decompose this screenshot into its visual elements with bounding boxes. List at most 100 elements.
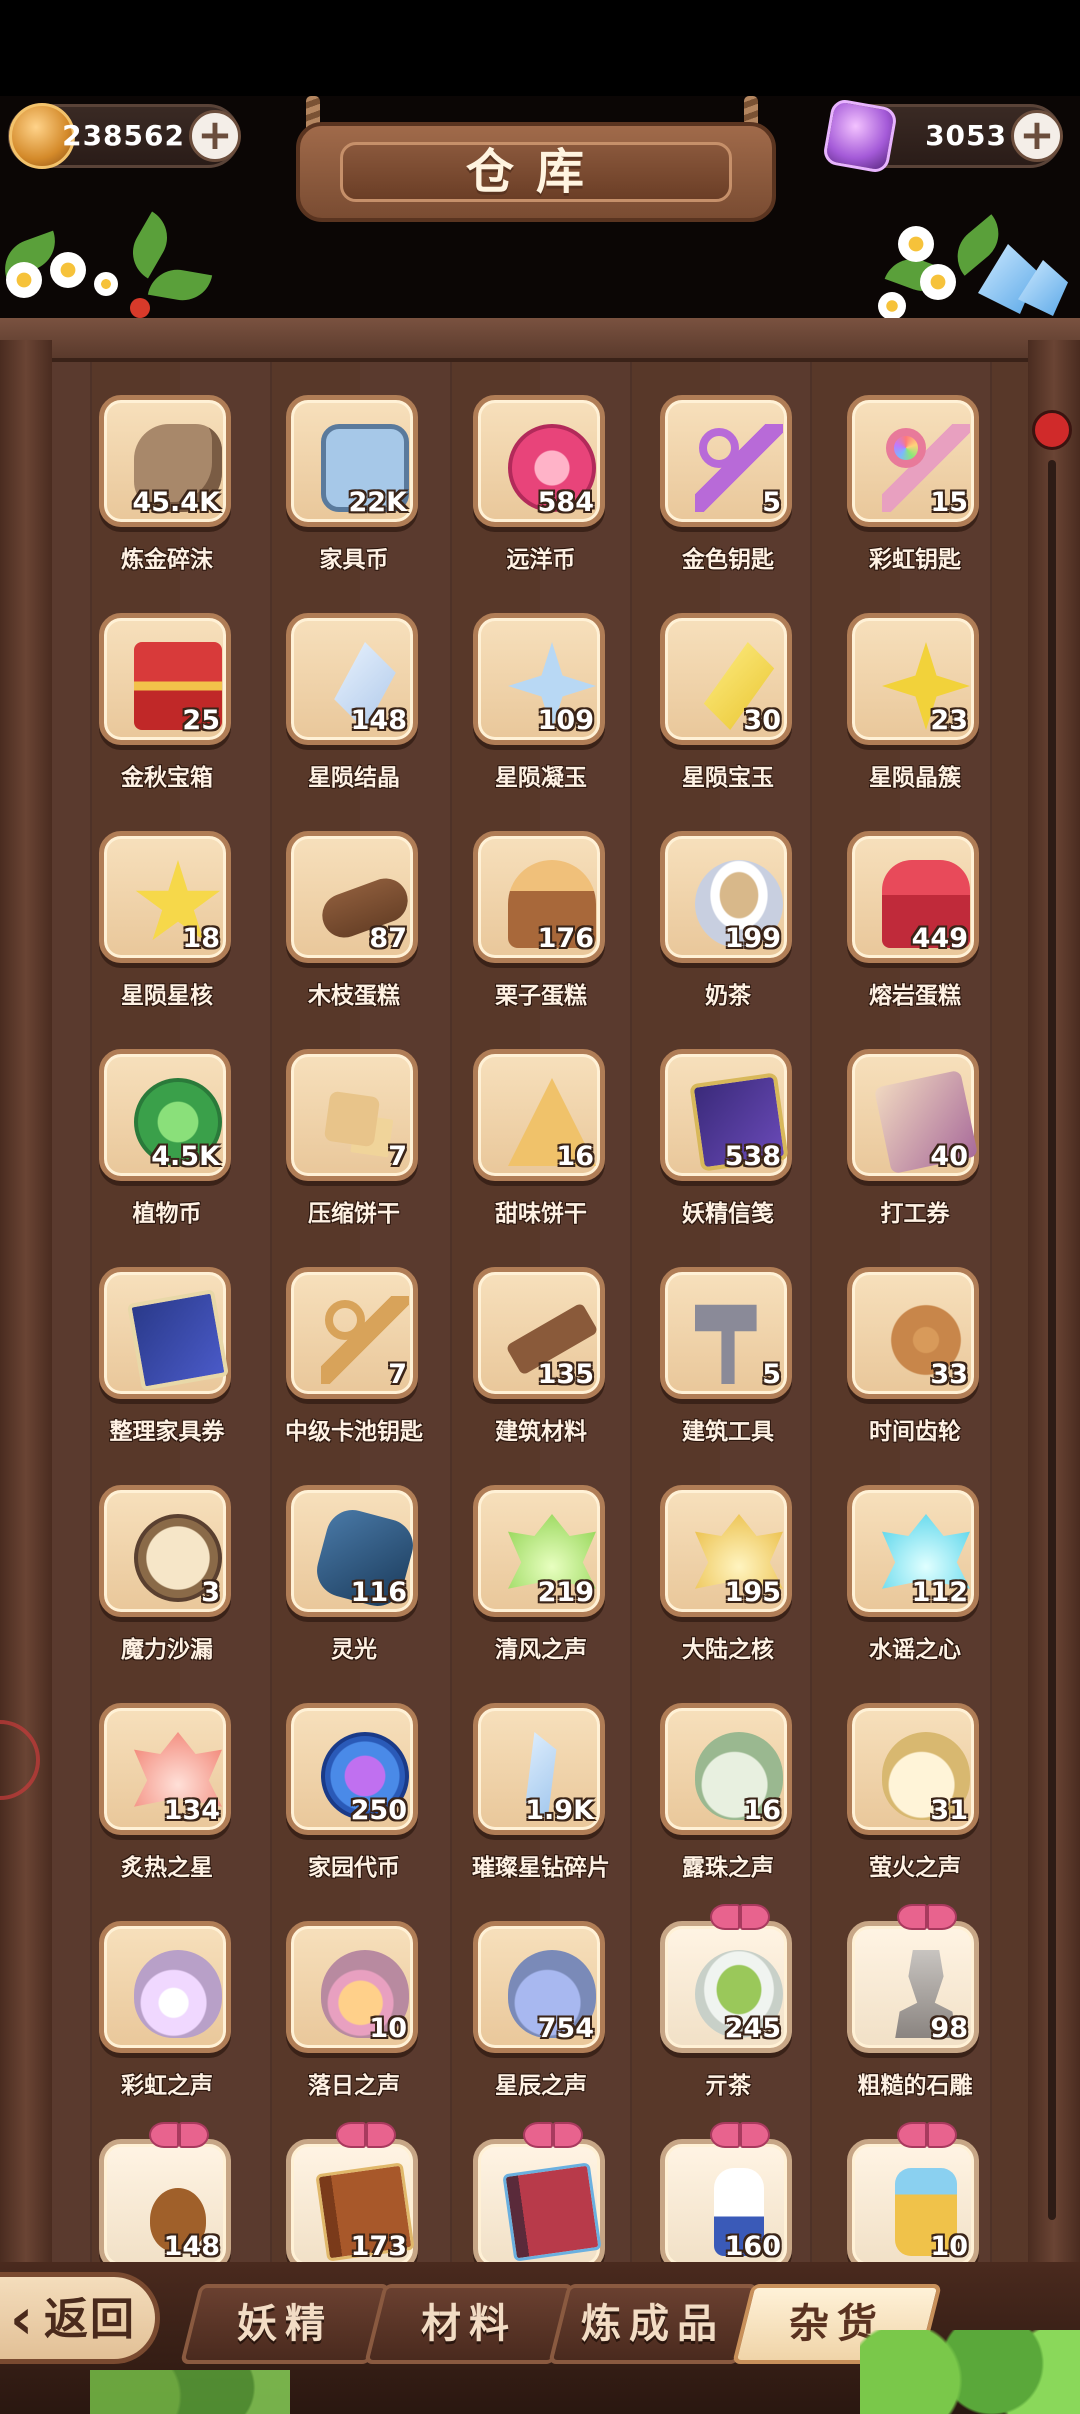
item-slot[interactable]: 23 (847, 613, 979, 745)
inventory-item[interactable]: 23 星陨晶簇 (840, 610, 990, 810)
tab-materials[interactable]: 材料 (364, 2284, 574, 2364)
item-slot[interactable]: 754 (473, 1921, 605, 2053)
inventory-item[interactable]: 10 落日之声 (279, 1918, 429, 2118)
inventory-item[interactable]: 7 压缩饼干 (279, 1046, 429, 1246)
item-slot[interactable]: 160 (660, 2122, 792, 2271)
item-slot[interactable]: 98 (847, 1904, 979, 2053)
inventory-item[interactable]: 116 灵光 (279, 1482, 429, 1682)
inventory-item[interactable]: 195 大陆之核 (653, 1482, 803, 1682)
inventory-item[interactable]: 30 星陨宝玉 (653, 610, 803, 810)
item-slot[interactable]: 148 (99, 2122, 231, 2271)
inventory-item[interactable]: 176 栗子蛋糕 (466, 828, 616, 1028)
item-slot[interactable]: 10 (847, 2122, 979, 2271)
inventory-item[interactable]: 33 时间齿轮 (840, 1264, 990, 1464)
item-slot[interactable]: 245 (660, 1904, 792, 2053)
inventory-item[interactable]: 584 远洋币 (466, 392, 616, 592)
item-count: 16 (743, 1795, 781, 1826)
inventory-item[interactable]: 5 建筑工具 (653, 1264, 803, 1464)
inventory-item[interactable]: 25 金秋宝箱 (92, 610, 242, 810)
gem-currency: 3053 + (821, 97, 1063, 175)
item-slot[interactable]: 195 (660, 1485, 792, 1617)
tab-crafted[interactable]: 炼成品 (548, 2284, 758, 2364)
inventory-item[interactable]: 449 熔岩蛋糕 (840, 828, 990, 1028)
item-slot[interactable]: 40 (847, 1049, 979, 1181)
item-slot[interactable]: 5 (660, 395, 792, 527)
flower-icon (6, 262, 42, 298)
item-count: 7 (388, 1141, 407, 1172)
inventory-item[interactable]: 整理家具券 (92, 1264, 242, 1464)
inventory-item[interactable]: 250 家园代币 (279, 1700, 429, 1900)
item-slot[interactable] (473, 2122, 605, 2271)
add-gem-button[interactable]: + (1011, 110, 1063, 162)
item-slot[interactable]: 15 (847, 395, 979, 527)
item-slot[interactable]: 176 (473, 831, 605, 963)
item-slot[interactable]: 18 (99, 831, 231, 963)
inventory-item[interactable]: 754 星辰之声 (466, 1918, 616, 2118)
inventory-item[interactable]: 1.9K 璀璨星钻碎片 (466, 1700, 616, 1900)
item-count: 4.5K (151, 1141, 220, 1172)
inventory-item[interactable]: 40 打工券 (840, 1046, 990, 1246)
item-slot[interactable]: 135 (473, 1267, 605, 1399)
inventory-item[interactable]: 彩虹之声 (92, 1918, 242, 2118)
inventory-item[interactable]: 15 彩虹钥匙 (840, 392, 990, 592)
inventory-item[interactable]: 134 炙热之星 (92, 1700, 242, 1900)
add-gold-button[interactable]: + (189, 110, 241, 162)
item-slot[interactable]: 449 (847, 831, 979, 963)
item-slot[interactable]: 10 (286, 1921, 418, 2053)
tab-label: 炼成品 (581, 2301, 725, 2347)
scrollbar[interactable] (1048, 460, 1056, 2220)
item-slot[interactable]: 31 (847, 1703, 979, 1835)
item-slot[interactable]: 1.9K (473, 1703, 605, 1835)
item-slot[interactable]: 45.4K (99, 395, 231, 527)
item-slot[interactable]: 7 (286, 1049, 418, 1181)
item-slot[interactable]: 109 (473, 613, 605, 745)
item-slot[interactable]: 87 (286, 831, 418, 963)
inventory-item[interactable]: 45.4K 炼金碎沫 (92, 392, 242, 592)
inventory-item[interactable]: 3 魔力沙漏 (92, 1482, 242, 1682)
inventory-item[interactable]: 98 粗糙的石雕 (840, 1904, 990, 2118)
inventory-item[interactable]: 5 金色钥匙 (653, 392, 803, 592)
item-slot[interactable] (99, 1921, 231, 2053)
item-slot[interactable]: 219 (473, 1485, 605, 1617)
inventory-item[interactable]: 199 奶茶 (653, 828, 803, 1028)
inventory-item[interactable]: 135 建筑材料 (466, 1264, 616, 1464)
item-slot[interactable]: 199 (660, 831, 792, 963)
item-slot[interactable]: 250 (286, 1703, 418, 1835)
item-slot[interactable]: 538 (660, 1049, 792, 1181)
inventory-item[interactable]: 538 妖精信笺 (653, 1046, 803, 1246)
item-slot[interactable]: 16 (660, 1703, 792, 1835)
item-slot[interactable]: 116 (286, 1485, 419, 1617)
item-slot[interactable]: 3 (99, 1485, 231, 1617)
item-slot[interactable]: 5 (660, 1267, 792, 1399)
inventory-item[interactable]: 109 星陨凝玉 (466, 610, 616, 810)
inventory-item[interactable]: 245 亓茶 (653, 1904, 803, 2118)
item-slot[interactable]: 584 (473, 395, 605, 527)
inventory-item[interactable]: 7 中级卡池钥匙 (279, 1264, 429, 1464)
item-slot[interactable] (99, 1267, 231, 1399)
item-slot[interactable]: 134 (99, 1703, 231, 1835)
inventory-item[interactable]: 31 萤火之声 (840, 1700, 990, 1900)
item-slot[interactable]: 25 (99, 613, 231, 745)
inventory-item[interactable]: 148 星陨结晶 (279, 610, 429, 810)
item-slot[interactable]: 148 (286, 613, 418, 745)
item-slot[interactable]: 16 (473, 1049, 605, 1181)
item-slot[interactable]: 7 (286, 1267, 418, 1399)
item-slot[interactable]: 22K (286, 395, 418, 527)
inventory-item[interactable]: 4.5K 植物币 (92, 1046, 242, 1246)
inventory-item[interactable]: 16 露珠之声 (653, 1700, 803, 1900)
item-slot[interactable]: 30 (660, 613, 792, 745)
item-slot[interactable]: 112 (847, 1485, 979, 1617)
inventory-item[interactable]: 22K 家具币 (279, 392, 429, 592)
item-slot[interactable]: 33 (847, 1267, 979, 1399)
inventory-item[interactable]: 112 水谣之心 (840, 1482, 990, 1682)
inventory-item[interactable]: 219 清风之声 (466, 1482, 616, 1682)
inventory-item[interactable]: 87 木枝蛋糕 (279, 828, 429, 1028)
inventory-item[interactable]: 16 甜味饼干 (466, 1046, 616, 1246)
tab-fairy[interactable]: 妖精 (180, 2284, 390, 2364)
item-name: 炙热之星 (121, 1855, 213, 1881)
item-slot[interactable]: 173 (286, 2122, 418, 2271)
back-button[interactable]: ‹ 返回 (0, 2272, 160, 2364)
bush-decoration (90, 2370, 290, 2414)
item-slot[interactable]: 4.5K (99, 1049, 231, 1181)
inventory-item[interactable]: 18 星陨星核 (92, 828, 242, 1028)
